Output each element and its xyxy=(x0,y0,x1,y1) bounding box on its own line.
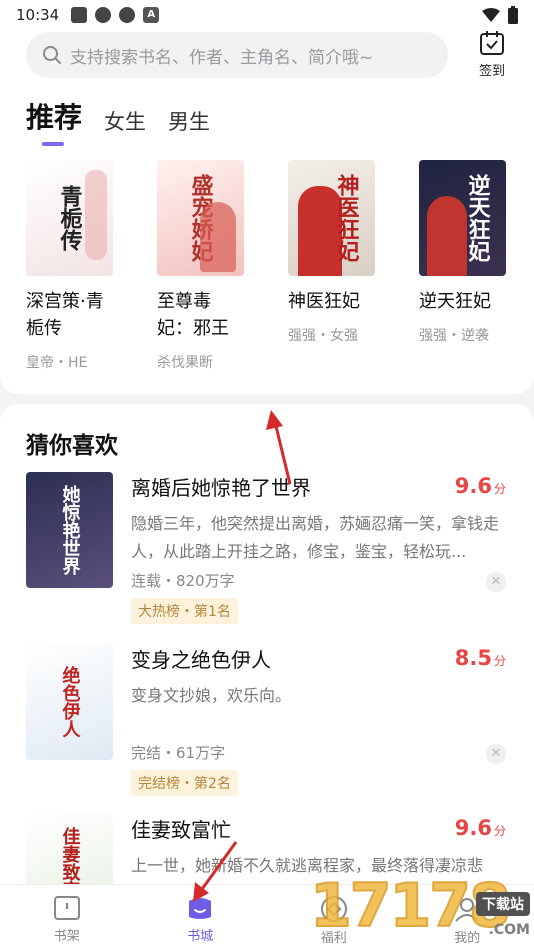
score-unit: 分 xyxy=(493,482,506,496)
book-score: 8.5 分 xyxy=(455,646,506,670)
score-unit: 分 xyxy=(493,654,506,668)
tab-recommend[interactable]: 推荐 xyxy=(26,96,82,146)
notification-settings-icon xyxy=(95,7,112,23)
tab-male[interactable]: 男生 xyxy=(168,106,210,146)
bookstore-icon xyxy=(189,898,212,919)
book-cover: 她惊艳世界 xyxy=(26,472,113,588)
site-watermark-logo: 17178 下载站 .COM xyxy=(309,862,534,950)
category-tabs: 推荐 女生 男生 xyxy=(26,96,210,146)
recommend-book-tags: 强强・逆袭 xyxy=(419,328,489,344)
cover-text: 她惊艳世界 xyxy=(59,485,81,575)
watermark-brand: 下载站 xyxy=(476,892,530,916)
recommend-book-1[interactable]: 青栀传 深宫策·青栀传 皇帝・HE xyxy=(26,160,113,372)
book-desc: 隐婚三年，他突然提出离婚，苏婳忍痛一笑，拿钱走人，从此踏上开挂之路，修宝，鉴宝，… xyxy=(131,514,500,561)
book-title: 变身之绝色伊人 xyxy=(131,648,271,672)
calendar-check-icon xyxy=(480,31,504,55)
score-value: 9.6 xyxy=(454,816,492,840)
section-title: 猜你喜欢 xyxy=(26,433,118,459)
list-item[interactable]: 她惊艳世界 离婚后她惊艳了世界 9.6 分 隐婚三年，他突然提出离婚，苏婳忍痛一笑… xyxy=(26,472,514,642)
score-unit: 分 xyxy=(493,824,506,838)
recommend-book-4[interactable]: 逆天狂妃 逆天狂妃 强强・逆袭 xyxy=(419,160,506,372)
score-value: 8.5 xyxy=(454,646,492,670)
search-input[interactable]: 支持搜索书名、作者、主角名、简介哦~ xyxy=(26,32,448,78)
notification-app-icon xyxy=(71,7,88,23)
list-item[interactable]: 绝色伊人 变身之绝色伊人 8.5 分 变身文抄娘，欢乐向。 完结・61万字 ✕ 完… xyxy=(26,644,514,814)
book-title: 离婚后她惊艳了世界 xyxy=(131,476,311,500)
cover-text: 逆天狂妃 xyxy=(464,174,491,262)
cover-text: 绝色伊人 xyxy=(59,666,81,738)
recommend-book-tags: 强强・女强 xyxy=(288,328,358,344)
notification-sync-icon xyxy=(119,7,136,23)
battery-icon xyxy=(508,6,518,24)
book-meta: 完结・61万字 xyxy=(131,744,226,762)
book-score: 9.6 分 xyxy=(455,474,506,498)
book-cover: 神医狂妃 xyxy=(288,160,375,276)
checkin-button[interactable]: 签到 xyxy=(470,30,514,80)
notification-a-icon: A xyxy=(143,7,160,23)
search-icon xyxy=(43,46,61,64)
recommend-book-tags: 杀伐果断 xyxy=(157,355,213,371)
nav-label: 书城 xyxy=(187,929,214,944)
recommend-book-title: 深宫策·青栀传 xyxy=(26,291,104,339)
recommend-book-title: 神医狂妃 xyxy=(288,291,360,312)
book-cover: 逆天狂妃 xyxy=(419,160,506,276)
status-bar: 10:34 A xyxy=(0,0,534,30)
book-meta: 连载・820万字 xyxy=(131,572,235,590)
watermark-domain: .COM xyxy=(488,922,530,938)
bookshelf-icon xyxy=(53,896,80,920)
score-value: 9.6 xyxy=(454,474,492,498)
book-desc: 变身文抄娘，欢乐向。 xyxy=(131,686,292,705)
nav-bookshelf[interactable]: 书架 xyxy=(0,885,134,950)
cover-text: 青栀传 xyxy=(56,185,83,251)
wifi-icon xyxy=(482,8,500,22)
book-cover: 青栀传 xyxy=(26,160,113,276)
book-cover: 绝色伊人 xyxy=(26,644,113,760)
search-placeholder: 支持搜索书名、作者、主角名、简介哦~ xyxy=(70,47,374,68)
cover-text: 神医狂妃 xyxy=(333,174,360,262)
recommend-book-tags: 皇帝・HE xyxy=(26,355,88,371)
dismiss-icon[interactable]: ✕ xyxy=(486,572,506,592)
recommend-book-2[interactable]: 盛宠娇妃 至尊毒妃：邪王 杀伐果断 xyxy=(157,160,244,372)
recommend-section: 支持搜索书名、作者、主角名、简介哦~ 签到 推荐 女生 男生 青栀传 深宫策·青… xyxy=(0,30,534,394)
rank-badge: 完结榜・第2名 xyxy=(131,770,238,796)
status-time: 10:34 xyxy=(16,6,60,24)
tab-female[interactable]: 女生 xyxy=(104,106,146,146)
guess-you-like-section: 猜你喜欢 她惊艳世界 离婚后她惊艳了世界 9.6 分 隐婚三年，他突然提出离婚，苏… xyxy=(0,404,534,884)
recommend-book-3[interactable]: 神医狂妃 神医狂妃 强强・女强 xyxy=(288,160,375,372)
recommend-book-title: 至尊毒妃：邪王 xyxy=(157,291,229,339)
book-score: 9.6 分 xyxy=(455,816,506,840)
dismiss-icon[interactable]: ✕ xyxy=(486,744,506,764)
recommend-book-title: 逆天狂妃 xyxy=(419,291,491,312)
book-title: 佳妻致富忙 xyxy=(131,818,231,842)
book-cover: 盛宠娇妃 xyxy=(157,160,244,276)
book-cover: 佳妻致富忙 xyxy=(26,814,113,884)
cover-text: 佳妻致富忙 xyxy=(59,827,81,884)
nav-bookstore[interactable]: 书城 xyxy=(134,885,268,950)
rank-badge: 大热榜・第1名 xyxy=(131,598,238,624)
recommend-list: 青栀传 深宫策·青栀传 皇帝・HE 盛宠娇妃 至尊毒妃：邪王 杀伐果断 神医狂妃… xyxy=(26,160,506,372)
nav-label: 书架 xyxy=(53,929,80,944)
checkin-label: 签到 xyxy=(478,64,505,79)
